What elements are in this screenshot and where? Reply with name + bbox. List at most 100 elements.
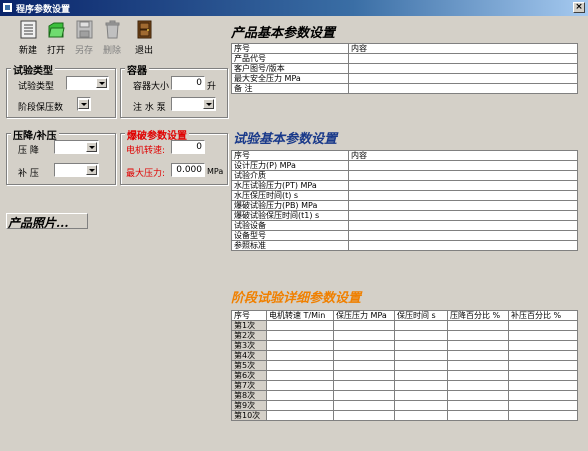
- cell-input[interactable]: [348, 230, 578, 241]
- cell-input[interactable]: [266, 320, 334, 331]
- cell-input[interactable]: [348, 83, 578, 94]
- table-row: 试验介质: [231, 170, 578, 181]
- cell-input[interactable]: [394, 340, 448, 351]
- cell-input[interactable]: [447, 330, 509, 341]
- cell-input[interactable]: [508, 400, 578, 411]
- cell-input[interactable]: [266, 330, 334, 341]
- table-header: 内容: [348, 150, 578, 161]
- cell-input[interactable]: [447, 380, 509, 391]
- cell-input[interactable]: [348, 53, 578, 64]
- cell-input[interactable]: [266, 400, 334, 411]
- cell-input[interactable]: [266, 340, 334, 351]
- cell-input[interactable]: [394, 350, 448, 361]
- cell-input[interactable]: [508, 410, 578, 421]
- chevron-down-icon: [203, 99, 214, 109]
- cell-input[interactable]: [348, 220, 578, 231]
- cell-input[interactable]: [394, 320, 448, 331]
- exit-label: 退出: [134, 46, 153, 56]
- save-as-button[interactable]: 另存: [69, 18, 99, 56]
- table-header: 内容: [348, 43, 578, 54]
- cell-input[interactable]: [508, 350, 578, 361]
- cell-input[interactable]: [447, 320, 509, 331]
- pressure-drop-label: 压 降: [18, 146, 39, 156]
- cell-input[interactable]: [447, 400, 509, 411]
- cell-input[interactable]: [394, 400, 448, 411]
- pressure-drop-select[interactable]: [54, 140, 99, 154]
- cell-input[interactable]: [447, 370, 509, 381]
- exit-button[interactable]: 退出: [129, 18, 159, 56]
- cell-input[interactable]: [447, 390, 509, 401]
- row-label: 第10次: [231, 410, 267, 421]
- cell-input[interactable]: [394, 410, 448, 421]
- cell-input[interactable]: [447, 340, 509, 351]
- max-pressure-input[interactable]: 0.000: [171, 163, 205, 177]
- cell-input[interactable]: [447, 410, 509, 421]
- cell-input[interactable]: [508, 340, 578, 351]
- close-button[interactable]: ×: [573, 2, 585, 13]
- cell-input[interactable]: [266, 360, 334, 371]
- table-row: 备 注: [231, 83, 578, 94]
- cell-input[interactable]: [348, 170, 578, 181]
- open-label: 打开: [46, 46, 65, 56]
- cell-input[interactable]: [508, 390, 578, 401]
- cell-input[interactable]: [333, 320, 395, 331]
- cell-input[interactable]: [508, 380, 578, 391]
- cell-input[interactable]: [348, 160, 578, 171]
- cell-input[interactable]: [348, 210, 578, 221]
- cell-input[interactable]: [266, 380, 334, 391]
- cell-input[interactable]: [333, 390, 395, 401]
- cell-input[interactable]: [348, 190, 578, 201]
- cell-input[interactable]: [394, 380, 448, 391]
- water-pump-select[interactable]: [171, 97, 216, 111]
- pressure-supplement-label: 补 压: [18, 169, 39, 179]
- row-label: 爆破试验压力(PB) MPa: [231, 200, 349, 211]
- cell-input[interactable]: [508, 360, 578, 371]
- cell-input[interactable]: [394, 390, 448, 401]
- open-folder-icon: [48, 22, 65, 38]
- cell-input[interactable]: [348, 200, 578, 211]
- cell-input[interactable]: [333, 330, 395, 341]
- table-row: 设备型号: [231, 230, 578, 241]
- chevron-down-icon: [86, 165, 97, 175]
- cell-input[interactable]: [348, 180, 578, 191]
- cell-input[interactable]: [333, 400, 395, 411]
- new-button[interactable]: 新建: [13, 18, 43, 56]
- cell-input[interactable]: [333, 350, 395, 361]
- cell-input[interactable]: [508, 330, 578, 341]
- pressure-supplement-select[interactable]: [54, 163, 99, 177]
- cell-input[interactable]: [266, 390, 334, 401]
- open-button[interactable]: 打开: [41, 18, 71, 56]
- max-pressure-label: 最大压力:: [126, 169, 166, 179]
- cell-input[interactable]: [333, 360, 395, 371]
- cell-input[interactable]: [333, 380, 395, 391]
- cell-input[interactable]: [348, 63, 578, 74]
- cell-input[interactable]: [266, 350, 334, 361]
- cell-input[interactable]: [333, 370, 395, 381]
- cell-input[interactable]: [508, 320, 578, 331]
- cell-input[interactable]: [266, 410, 334, 421]
- cell-input[interactable]: [394, 330, 448, 341]
- table-row: 第6次: [231, 370, 578, 381]
- cell-input[interactable]: [447, 350, 509, 361]
- cell-input[interactable]: [394, 370, 448, 381]
- row-label: 最大安全压力 MPa: [231, 73, 349, 84]
- cell-input[interactable]: [333, 340, 395, 351]
- cell-input[interactable]: [508, 370, 578, 381]
- cell-input[interactable]: [394, 360, 448, 371]
- cell-input[interactable]: [266, 370, 334, 381]
- cell-input[interactable]: [348, 240, 578, 251]
- motor-speed-input[interactable]: 0: [171, 140, 205, 154]
- max-pressure-unit: MPa: [207, 167, 224, 176]
- new-file-icon: [20, 20, 37, 39]
- stage-pressure-count-select[interactable]: [77, 97, 91, 111]
- cell-input[interactable]: [333, 410, 395, 421]
- delete-button[interactable]: 删除: [97, 18, 127, 56]
- save-icon: [76, 20, 93, 39]
- test-type-select[interactable]: [66, 76, 109, 90]
- vessel-size-input[interactable]: 0: [171, 76, 205, 90]
- cell-input[interactable]: [447, 360, 509, 371]
- stage-section-title: 阶段试验详细参数设置: [231, 291, 362, 306]
- chevron-down-icon: [78, 99, 89, 109]
- product-photo-button[interactable]: 产品照片...: [6, 213, 88, 230]
- cell-input[interactable]: [348, 73, 578, 84]
